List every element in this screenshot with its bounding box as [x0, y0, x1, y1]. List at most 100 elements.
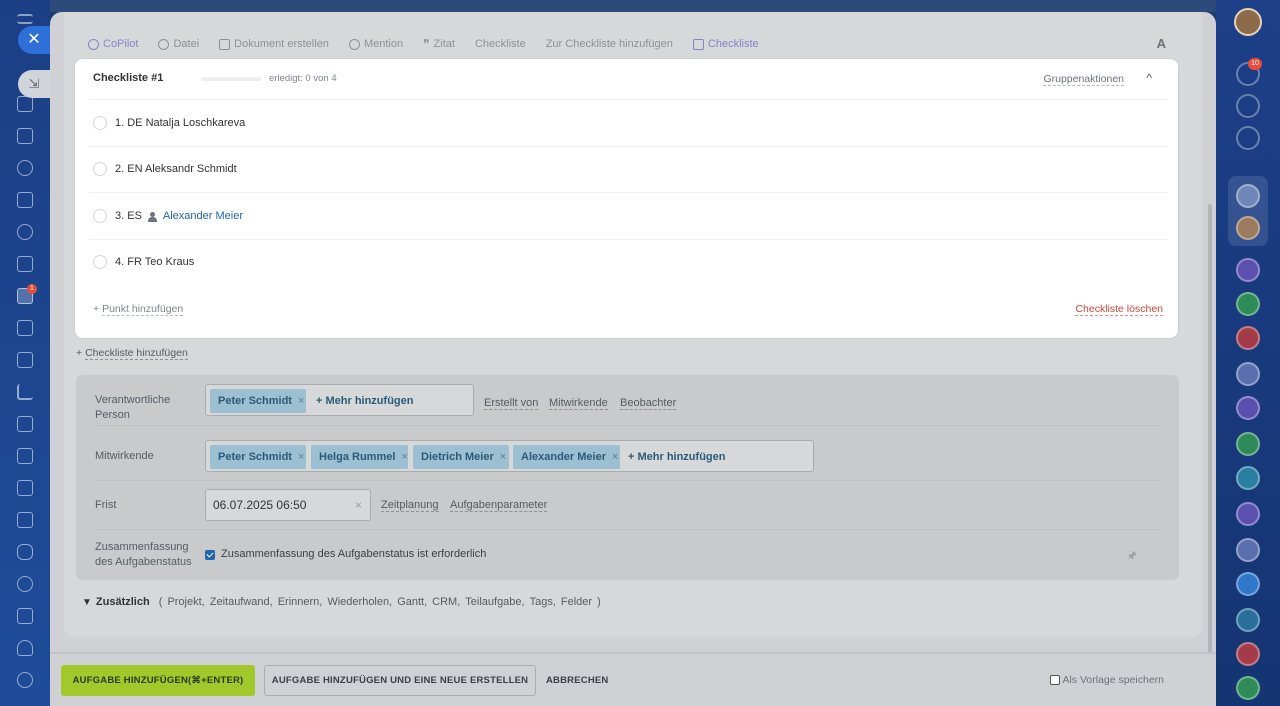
summary-checkbox-label[interactable]: Zusammenfassung des Aufgabenstatus ist e…: [221, 547, 486, 562]
toolbar-file[interactable]: Datei: [158, 38, 199, 50]
filter-icon[interactable]: [17, 448, 33, 464]
screen-icon[interactable]: [17, 480, 33, 496]
item-checkbox[interactable]: [93, 162, 107, 177]
observers-link[interactable]: Beobachter: [620, 397, 677, 410]
lock-chat-icon[interactable]: [1236, 642, 1260, 666]
option-remind[interactable]: Erinnern,: [278, 596, 323, 608]
font-toggle-button[interactable]: A: [1157, 36, 1166, 51]
created-by-link[interactable]: Erstellt von: [484, 397, 539, 410]
option-fields[interactable]: Felder: [561, 596, 592, 608]
chat-avatar-icon[interactable]: [1236, 608, 1260, 632]
add-task-and-new-button[interactable]: AUFGABE HINZUFÜGEN UND EINE NEUE ERSTELL…: [264, 665, 536, 696]
remove-chip-icon[interactable]: ×: [298, 451, 304, 463]
document-icon[interactable]: [17, 256, 33, 272]
remove-chip-icon[interactable]: ×: [612, 451, 618, 463]
signature-icon[interactable]: [17, 608, 33, 624]
task-parameters-link[interactable]: Aufgabenparameter: [450, 499, 548, 512]
option-subtask[interactable]: Teilaufgabe,: [465, 596, 524, 608]
pin-icon[interactable]: 🖈: [1127, 547, 1137, 566]
item-checkbox[interactable]: [93, 115, 107, 130]
board-icon[interactable]: [17, 352, 33, 368]
chat-avatar-icon[interactable]: [1236, 216, 1260, 240]
menu-icon[interactable]: [17, 14, 33, 24]
settings-icon[interactable]: [17, 672, 33, 688]
save-template-checkbox[interactable]: [1050, 675, 1061, 685]
lock-chat-icon[interactable]: [1236, 326, 1260, 350]
option-repeat[interactable]: Wiederholen,: [327, 596, 392, 608]
toolbar-checklist-active[interactable]: Checkliste: [692, 38, 759, 50]
save-template-option[interactable]: Als Vorlage speichern: [1050, 674, 1164, 686]
add-more-button[interactable]: + Mehr hinzufügen: [628, 451, 725, 463]
add-task-button[interactable]: AUFGABE HINZUFÜGEN(⌘+ENTER): [61, 665, 255, 696]
item-checkbox[interactable]: [93, 208, 107, 223]
additional-section[interactable]: ▼ Zusätzlich (Projekt, Zeitaufwand, Erinner…: [82, 596, 606, 608]
chat-avatar-icon[interactable]: [1236, 184, 1260, 208]
chat-avatar-icon[interactable]: [1236, 572, 1260, 596]
option-time[interactable]: Zeitaufwand,: [210, 596, 273, 608]
feed-icon[interactable]: [17, 96, 33, 112]
add-more-button[interactable]: + Mehr hinzufügen: [316, 395, 413, 407]
scheduling-link[interactable]: Zeitplanung: [381, 499, 439, 512]
add-checklist-link[interactable]: + Checkliste hinzufügen: [76, 347, 188, 360]
checklist-item[interactable]: 2. EN Aleksandr Schmidt: [89, 145, 1168, 193]
chevron-up-icon[interactable]: ^: [1146, 71, 1152, 85]
headset-icon[interactable]: [17, 640, 33, 656]
user-chip[interactable]: Dietrich Meier ×: [413, 445, 509, 469]
item-user-link[interactable]: Alexander Meier: [163, 210, 243, 222]
chat-avatar-icon[interactable]: [1236, 538, 1260, 562]
delete-checklist-link[interactable]: Checkliste löschen: [1075, 303, 1163, 316]
clear-date-icon[interactable]: ×: [355, 498, 362, 512]
toolbar-copilot[interactable]: CoPilot: [88, 38, 138, 50]
checklist-title[interactable]: Checkliste #1: [93, 72, 163, 84]
checklist-item[interactable]: 3. ES Alexander Meier: [89, 192, 1168, 239]
toolbar-create-document[interactable]: Dokument erstellen: [219, 38, 329, 50]
toolbar-quote[interactable]: ❞ Zitat: [423, 37, 455, 51]
chat-icon[interactable]: [17, 160, 33, 176]
deadline-input[interactable]: 06.07.2025 06:50 ×: [205, 489, 371, 521]
remove-chip-icon[interactable]: ×: [500, 451, 506, 463]
remove-chip-icon[interactable]: ×: [401, 451, 407, 463]
search-chat-icon[interactable]: [1236, 126, 1260, 150]
chat-avatar-icon[interactable]: [1236, 396, 1260, 420]
user-chip[interactable]: Peter Schmidt ×: [210, 445, 306, 469]
cart-icon[interactable]: [17, 416, 33, 432]
chat-avatar-icon[interactable]: [1236, 362, 1260, 386]
chart-icon[interactable]: [17, 384, 33, 400]
chat-avatar-icon[interactable]: [1236, 676, 1260, 700]
scrollbar[interactable]: [1208, 204, 1212, 702]
option-crm[interactable]: CRM,: [432, 596, 460, 608]
chat-avatar-icon[interactable]: [1236, 432, 1260, 456]
collapse-slider-button[interactable]: ⇲: [18, 70, 50, 98]
cancel-button[interactable]: ABBRECHEN: [546, 665, 609, 696]
toolbar-mention[interactable]: Mention: [348, 38, 403, 50]
item-checkbox[interactable]: [93, 255, 107, 270]
robot-icon[interactable]: [17, 544, 33, 560]
checklist-item[interactable]: 4. FR Teo Kraus: [89, 238, 1168, 286]
card-icon[interactable]: [17, 320, 33, 336]
summary-checkbox[interactable]: [205, 550, 215, 560]
close-slider-button[interactable]: ✕: [18, 26, 50, 54]
copilot-icon[interactable]: [1236, 94, 1260, 118]
add-point-link[interactable]: + Punkt hinzufügen: [93, 303, 184, 316]
option-gantt[interactable]: Gantt,: [397, 596, 427, 608]
checklist-item[interactable]: 1. DE Natalja Loschkareva: [89, 99, 1168, 146]
participants-link[interactable]: Mitwirkende: [549, 397, 608, 410]
remove-chip-icon[interactable]: ×: [298, 395, 304, 407]
lock-chat-icon[interactable]: [1236, 466, 1260, 490]
toolbar-checklist[interactable]: Checkliste: [475, 38, 526, 50]
option-project[interactable]: Projekt,: [167, 596, 204, 608]
user-chip[interactable]: Alexander Meier ×: [513, 445, 620, 469]
chevron-down-icon[interactable]: ▼: [82, 597, 92, 608]
contacts-icon[interactable]: [17, 224, 33, 240]
target-icon[interactable]: [17, 576, 33, 592]
option-tags[interactable]: Tags,: [530, 596, 556, 608]
user-avatar[interactable]: [1234, 8, 1262, 36]
chat-avatar-icon[interactable]: [1236, 258, 1260, 282]
lock-chat-icon[interactable]: [1236, 292, 1260, 316]
docs-icon[interactable]: [17, 128, 33, 144]
user-chip[interactable]: Helga Rummel ×: [311, 445, 408, 469]
calendar-icon[interactable]: [17, 192, 33, 208]
group-actions-link[interactable]: Gruppenaktionen: [1043, 73, 1124, 86]
responsible-field[interactable]: Peter Schmidt × + Mehr hinzufügen: [205, 384, 474, 416]
user-chip[interactable]: Peter Schmidt ×: [210, 389, 306, 413]
